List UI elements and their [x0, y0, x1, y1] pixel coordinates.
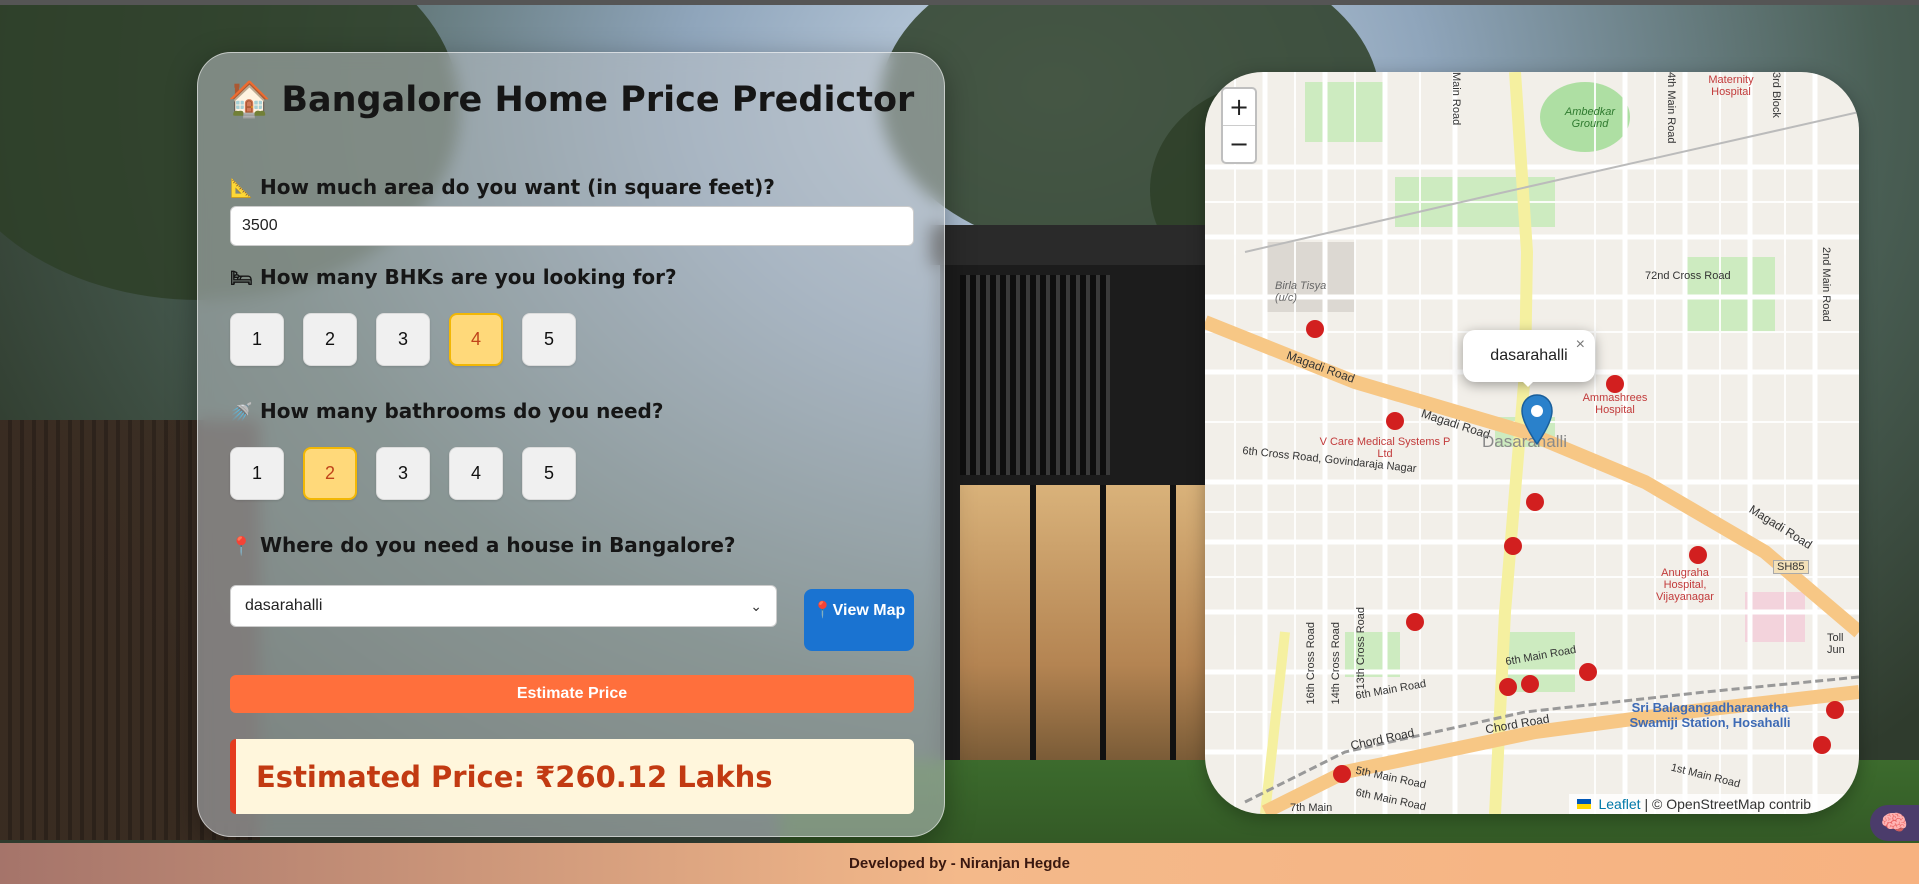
bath-option-1[interactable]: 1	[230, 447, 284, 500]
map-popup: dasarahalli ×	[1463, 330, 1595, 382]
bath-label: 🚿 How many bathrooms do you need?	[230, 399, 664, 423]
map-label: 7th Main	[1290, 802, 1333, 814]
estimate-price-button[interactable]: Estimate Price	[230, 675, 914, 713]
map-label: 6th Main Road	[1354, 786, 1428, 814]
map-label: Magadi Road	[1284, 348, 1357, 386]
map-label: 16th Cross Road	[1305, 622, 1317, 705]
pin-icon: 📍	[812, 602, 833, 619]
footer: Developed by - Niranjan Hegde	[0, 843, 1919, 884]
bhk-option-5[interactable]: 5	[522, 313, 576, 366]
view-map-button[interactable]: 📍View Map	[804, 589, 914, 651]
house-icon: 🏠	[227, 80, 272, 120]
page-title: 🏠 Bangalore Home Price Predictor	[227, 80, 915, 120]
bath-options: 1 2 3 4 5	[230, 447, 576, 500]
top-strip	[0, 0, 1919, 5]
brain-icon[interactable]: 🧠	[1870, 805, 1919, 841]
predictor-card: 🏠 Bangalore Home Price Predictor 📐 How muc…	[197, 52, 945, 837]
map-label: Anugraha Hospital, Vijayanagar	[1656, 567, 1714, 603]
chevron-down-icon: ⌄	[750, 597, 762, 614]
map-label: Birla Tisya (u/c)	[1275, 280, 1327, 304]
map-attribution: Leaflet | © OpenStreetMap contrib	[1569, 794, 1859, 814]
map-label: Maternity Hospital	[1708, 74, 1754, 98]
triangle-ruler-icon: 📐	[230, 178, 253, 199]
map-label: 3rd Block	[1770, 72, 1782, 118]
map-label: Chord Road	[1484, 711, 1551, 737]
location-select[interactable]: dasarahalli ⌄	[230, 585, 777, 627]
map-pin-icon[interactable]	[1520, 394, 1554, 446]
area-label: 📐 How much area do you want (in square fe…	[230, 175, 775, 199]
map-label: 14th Cross Road	[1330, 622, 1342, 705]
map-label: SH85	[1773, 560, 1809, 574]
location-label: 📍 Where do you need a house in Bangalore?	[230, 533, 736, 557]
bhk-option-3[interactable]: 3	[376, 313, 430, 366]
close-icon[interactable]: ×	[1576, 336, 1585, 354]
map-label: Main Road	[1450, 72, 1462, 126]
map-label: Magadi Road	[1746, 502, 1815, 552]
popup-tip	[1518, 377, 1538, 387]
map-label: Ambedkar Ground	[1564, 106, 1616, 130]
map-label: Ammashrees Hospital	[1582, 392, 1648, 416]
bhk-option-2[interactable]: 2	[303, 313, 357, 366]
map-label: 1st Main Road	[1669, 761, 1742, 791]
zoom-control: + −	[1221, 87, 1257, 164]
zoom-in-button[interactable]: +	[1223, 89, 1255, 126]
bed-icon: 🛏	[230, 268, 253, 289]
map-label: Toll Jun	[1827, 632, 1845, 656]
map-label: 72nd Cross Road	[1645, 270, 1731, 282]
shower-icon: 🚿	[230, 402, 253, 423]
bath-option-3[interactable]: 3	[376, 447, 430, 500]
pin-icon: 📍	[230, 536, 253, 557]
bath-option-2[interactable]: 2	[303, 447, 357, 500]
map-label: Chord Road	[1349, 725, 1416, 753]
bhk-option-4[interactable]: 4	[449, 313, 503, 366]
bath-option-5[interactable]: 5	[522, 447, 576, 500]
area-input[interactable]	[230, 206, 914, 246]
bhk-label: 🛏 How many BHKs are you looking for?	[230, 265, 677, 289]
map-label: 5th Main Road	[1354, 764, 1428, 792]
map-label: 6th Main Road	[1504, 643, 1578, 669]
map-label: 13th Cross Road	[1355, 607, 1367, 690]
estimated-price-result: Estimated Price: ₹260.12 Lakhs	[230, 739, 914, 814]
map-label: 4th Main Road	[1665, 72, 1677, 144]
leaflet-link[interactable]: Leaflet	[1598, 796, 1640, 812]
location-map[interactable]: Maternity Hospital Ambedkar Ground Birla…	[1205, 72, 1859, 814]
bhk-option-1[interactable]: 1	[230, 313, 284, 366]
map-label: Sri Balagangadharanatha Swamiji Station,…	[1629, 700, 1791, 730]
ukraine-flag-icon	[1577, 799, 1592, 809]
bath-option-4[interactable]: 4	[449, 447, 503, 500]
map-label: 2nd Main Road	[1820, 247, 1832, 322]
bhk-options: 1 2 3 4 5	[230, 313, 576, 366]
zoom-out-button[interactable]: −	[1223, 126, 1255, 162]
